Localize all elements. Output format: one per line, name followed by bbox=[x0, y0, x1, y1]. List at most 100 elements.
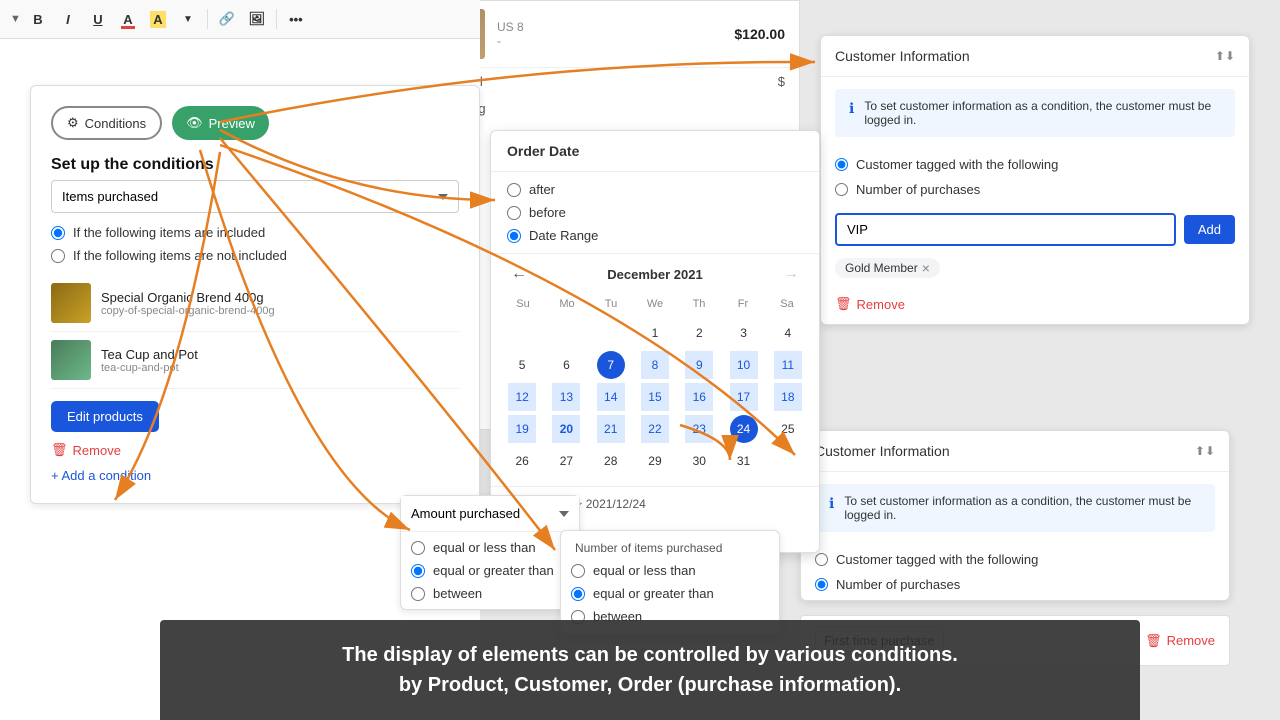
radio-exclude-label[interactable]: If the following items are not included bbox=[51, 248, 459, 263]
order-item-dash: - bbox=[497, 34, 734, 48]
cal-day-25[interactable]: 25 bbox=[774, 415, 802, 443]
num-less-input[interactable] bbox=[571, 564, 585, 578]
add-condition-button[interactable]: + Add a condition bbox=[51, 468, 151, 483]
num-greater-label[interactable]: equal or greater than bbox=[571, 586, 769, 601]
tag-gold-member-label: Gold Member bbox=[845, 261, 918, 275]
cal-day-8[interactable]: 8 bbox=[641, 351, 669, 379]
edit-products-button[interactable]: Edit products bbox=[51, 401, 159, 432]
radio-before-input[interactable] bbox=[507, 206, 521, 220]
text-color-button[interactable]: A bbox=[115, 6, 141, 32]
customer-panel-top-header[interactable]: Customer Information ⬆⬇ bbox=[821, 36, 1249, 77]
radio-purchases-label-top[interactable]: Number of purchases bbox=[835, 182, 1235, 197]
radio-date-range-label[interactable]: Date Range bbox=[507, 228, 803, 243]
amount-less-input[interactable] bbox=[411, 541, 425, 555]
num-less-label[interactable]: equal or less than bbox=[571, 563, 769, 578]
gear-icon: ⚙ bbox=[67, 115, 79, 131]
radio-purchases-label-bottom[interactable]: Number of purchases bbox=[815, 577, 1215, 592]
cal-day-17[interactable]: 17 bbox=[730, 383, 758, 411]
num-greater-input[interactable] bbox=[571, 587, 585, 601]
more-button[interactable]: ••• bbox=[283, 6, 309, 32]
cal-day-15[interactable]: 15 bbox=[641, 383, 669, 411]
cal-day-11[interactable]: 11 bbox=[774, 351, 802, 379]
radio-purchases-input-top[interactable] bbox=[835, 183, 848, 196]
cal-day-28[interactable]: 28 bbox=[597, 447, 625, 475]
preview-button[interactable]: 👁 Preview bbox=[172, 106, 269, 140]
num-greater-text: equal or greater than bbox=[593, 586, 714, 601]
radio-tagged-text-bottom: Customer tagged with the following bbox=[836, 552, 1038, 567]
cal-day-5[interactable]: 5 bbox=[508, 351, 536, 379]
remove-condition-button[interactable]: 🗑 Remove bbox=[51, 442, 121, 458]
radio-before-label[interactable]: before bbox=[507, 205, 803, 220]
radio-tagged-label-bottom[interactable]: Customer tagged with the following bbox=[815, 552, 1215, 567]
cal-day-16[interactable]: 16 bbox=[685, 383, 713, 411]
amount-between-label[interactable]: between bbox=[411, 586, 569, 601]
condition-type-select[interactable]: Items purchased bbox=[51, 180, 459, 213]
cal-day-4[interactable]: 4 bbox=[774, 319, 802, 347]
panel-remove-row-top: 🗑 Remove bbox=[821, 288, 1249, 324]
amount-between-input[interactable] bbox=[411, 587, 425, 601]
radio-purchases-text-bottom: Number of purchases bbox=[836, 577, 960, 592]
num-items-label: Number of items purchased bbox=[571, 541, 769, 555]
image-button[interactable]: 🖼 bbox=[244, 6, 270, 32]
cal-day-31[interactable]: 31 bbox=[730, 447, 758, 475]
amount-less-label[interactable]: equal or less than bbox=[411, 540, 569, 555]
cal-day-2[interactable]: 2 bbox=[685, 319, 713, 347]
italic-button[interactable]: I bbox=[55, 6, 81, 32]
cal-day-3[interactable]: 3 bbox=[730, 319, 758, 347]
cal-day-30[interactable]: 30 bbox=[685, 447, 713, 475]
radio-tagged-input-bottom[interactable] bbox=[815, 553, 828, 566]
cal-day-12[interactable]: 12 bbox=[508, 383, 536, 411]
radio-date-range-input[interactable] bbox=[507, 229, 521, 243]
add-tag-button-top[interactable]: Add bbox=[1184, 215, 1235, 244]
cal-day-9[interactable]: 9 bbox=[685, 351, 713, 379]
radio-purchases-input-bottom[interactable] bbox=[815, 578, 828, 591]
cal-day-23[interactable]: 23 bbox=[685, 415, 713, 443]
chevron-icon: ▼ bbox=[10, 13, 21, 25]
cal-day-10[interactable]: 10 bbox=[730, 351, 758, 379]
chevron-down-button[interactable]: ▼ bbox=[175, 6, 201, 32]
tag-gold-member-remove[interactable]: × bbox=[922, 261, 930, 275]
cal-day-13[interactable]: 13 bbox=[552, 383, 580, 411]
cal-prev-button[interactable]: ← bbox=[507, 262, 531, 286]
cal-day-14[interactable]: 14 bbox=[597, 383, 625, 411]
cal-day-24[interactable]: 24 bbox=[730, 415, 758, 443]
cal-day-21[interactable]: 21 bbox=[597, 415, 625, 443]
trash-icon: 🗑 bbox=[51, 442, 68, 458]
radio-after-label[interactable]: after bbox=[507, 182, 803, 197]
cal-day-26[interactable]: 26 bbox=[508, 447, 536, 475]
amount-greater-input[interactable] bbox=[411, 564, 425, 578]
conditions-scroll[interactable]: Items purchased If the following items a… bbox=[51, 180, 459, 483]
link-button[interactable]: 🔗 bbox=[214, 6, 240, 32]
radio-include-input[interactable] bbox=[51, 226, 65, 240]
radio-tagged-input-top[interactable] bbox=[835, 158, 848, 171]
cal-next-button[interactable]: → bbox=[779, 262, 803, 286]
underline-button[interactable]: U bbox=[85, 6, 111, 32]
highlight-button[interactable]: A bbox=[145, 6, 171, 32]
cal-day-29[interactable]: 29 bbox=[641, 447, 669, 475]
cal-day-1[interactable]: 1 bbox=[641, 319, 669, 347]
customer-panel-bottom-header[interactable]: Customer Information ⬆⬇ bbox=[801, 431, 1229, 472]
amount-greater-label[interactable]: equal or greater than bbox=[411, 563, 569, 578]
radio-include-label[interactable]: If the following items are included bbox=[51, 225, 459, 240]
cal-header-tu: Tu bbox=[589, 294, 633, 314]
remove-customer-panel-top-button[interactable]: 🗑 Remove bbox=[835, 296, 905, 312]
radio-after-input[interactable] bbox=[507, 183, 521, 197]
remove-bottom-extra-button[interactable]: 🗑 Remove bbox=[1145, 633, 1215, 649]
cal-day-22[interactable]: 22 bbox=[641, 415, 669, 443]
tag-input-row-top: Add bbox=[821, 205, 1249, 254]
cal-day-6[interactable]: 6 bbox=[552, 351, 580, 379]
cal-day-19[interactable]: 19 bbox=[508, 415, 536, 443]
cal-day-7[interactable]: 7 bbox=[597, 351, 625, 379]
radio-tagged-label-top[interactable]: Customer tagged with the following bbox=[835, 157, 1235, 172]
cal-header-sa: Sa bbox=[765, 294, 809, 314]
amount-select[interactable]: Amount purchased bbox=[401, 496, 579, 532]
amount-panel: Amount purchased equal or less than equa… bbox=[400, 495, 580, 610]
radio-exclude-input[interactable] bbox=[51, 249, 65, 263]
cal-day-20[interactable]: 20 bbox=[552, 415, 580, 443]
info-text-bottom: To set customer information as a conditi… bbox=[844, 494, 1201, 522]
bold-button[interactable]: B bbox=[25, 6, 51, 32]
cal-day-18[interactable]: 18 bbox=[774, 383, 802, 411]
cal-day-27[interactable]: 27 bbox=[552, 447, 580, 475]
tag-input-field-top[interactable] bbox=[835, 213, 1176, 246]
conditions-button[interactable]: ⚙ Conditions bbox=[51, 106, 162, 140]
